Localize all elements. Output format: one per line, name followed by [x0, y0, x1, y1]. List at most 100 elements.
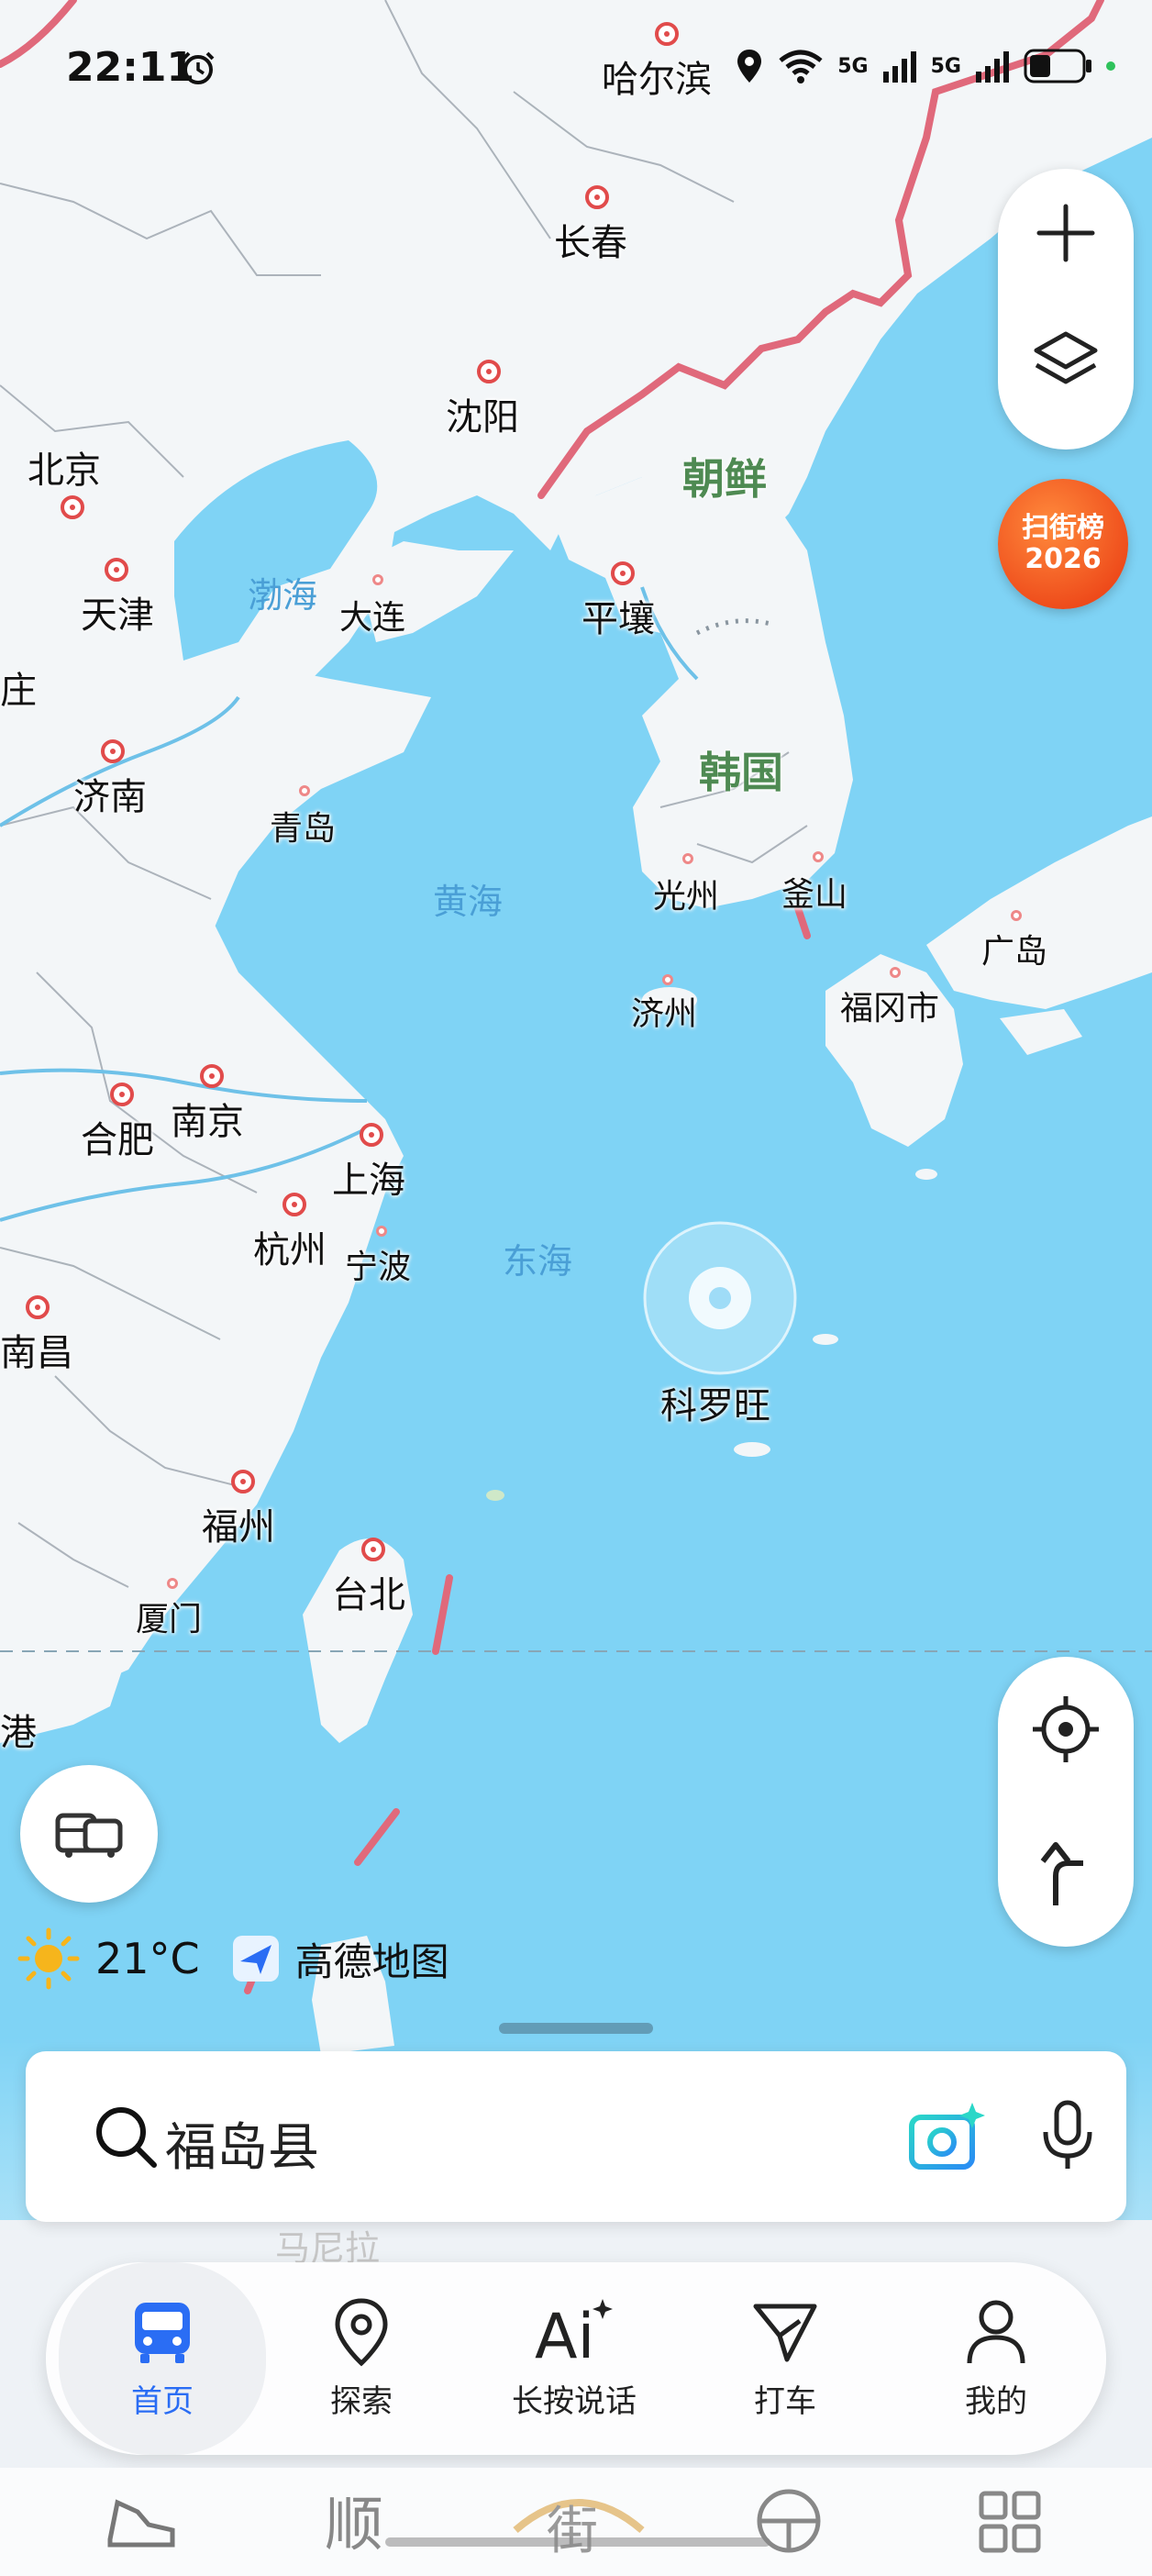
- city-marker[interactable]: [26, 1295, 50, 1319]
- city-label[interactable]: 济州: [631, 987, 697, 1035]
- search-icon: [96, 2107, 157, 2168]
- city-label[interactable]: 大连: [339, 591, 405, 638]
- turn-arrow-icon: [1040, 1842, 1083, 1905]
- city-label[interactable]: 台北: [332, 1565, 405, 1618]
- plus-icon: [1036, 204, 1095, 262]
- city-marker[interactable]: [61, 495, 84, 519]
- sea-label: 东海: [503, 1241, 573, 1282]
- locate-button[interactable]: [998, 1657, 1134, 1802]
- bus-icon: [135, 2302, 190, 2363]
- zoom-in-button[interactable]: [998, 169, 1134, 297]
- city-label[interactable]: 光州: [653, 870, 719, 917]
- city-marker[interactable]: [682, 853, 693, 864]
- city-marker[interactable]: [655, 22, 679, 46]
- gesture-bar[interactable]: [385, 2537, 770, 2547]
- city-marker[interactable]: [372, 574, 383, 585]
- map-controls-top: [998, 169, 1134, 450]
- city-marker[interactable]: [1011, 910, 1022, 921]
- nav-home-label: 首页: [131, 2382, 194, 2420]
- city-marker[interactable]: [105, 558, 128, 582]
- alarm-icon: [182, 51, 215, 84]
- city-marker[interactable]: [361, 1538, 385, 1561]
- taxi-arrow-icon: [753, 2304, 817, 2361]
- city-label[interactable]: 福冈市: [840, 982, 939, 1029]
- layers-button[interactable]: [998, 297, 1134, 426]
- street-icon[interactable]: 街: [510, 2484, 648, 2558]
- city-label[interactable]: 青岛: [270, 802, 336, 849]
- ai-icon: Ai: [535, 2298, 613, 2367]
- nav-taxi[interactable]: 打车: [693, 2262, 877, 2455]
- nav-explore[interactable]: 探索: [270, 2262, 453, 2455]
- city-label[interactable]: 济南: [73, 767, 147, 820]
- wifi-icon: [779, 50, 823, 83]
- vehicle-mode-button[interactable]: [20, 1765, 158, 1903]
- sea-label: 渤海: [248, 575, 318, 616]
- city-label-partial[interactable]: 港: [0, 1703, 37, 1756]
- city-marker[interactable]: [477, 360, 501, 383]
- bottom-shortcuts: 顺 街: [0, 2468, 1152, 2576]
- drag-handle[interactable]: [499, 2023, 653, 2034]
- nav-taxi-label: 打车: [754, 2382, 816, 2420]
- city-marker[interactable]: [299, 785, 310, 796]
- city-label[interactable]: 上海: [332, 1150, 405, 1204]
- signal-label-2: 5G: [930, 54, 961, 78]
- city-label[interactable]: 天津: [81, 585, 154, 638]
- city-marker[interactable]: [376, 1226, 387, 1237]
- city-marker[interactable]: [813, 851, 824, 862]
- city-label[interactable]: 长春: [554, 213, 627, 266]
- status-icons: 5G 5G: [735, 48, 1115, 84]
- nav-voice[interactable]: Ai 长按说话: [482, 2262, 666, 2455]
- city-label[interactable]: 沈阳: [446, 387, 519, 440]
- city-marker[interactable]: [200, 1064, 224, 1088]
- crosshair-icon: [1033, 1696, 1099, 1762]
- microphone-icon[interactable]: [1038, 2099, 1097, 2172]
- steering-wheel-icon[interactable]: [752, 2484, 825, 2558]
- nav-voice-label: 长按说话: [512, 2382, 637, 2420]
- city-label[interactable]: 哈尔滨: [602, 50, 712, 103]
- city-marker[interactable]: [282, 1193, 306, 1216]
- city-label[interactable]: 北京: [28, 440, 101, 494]
- city-label[interactable]: 宁波: [345, 1240, 411, 1288]
- layers-icon: [1034, 331, 1098, 384]
- city-marker[interactable]: [101, 739, 125, 763]
- search-text[interactable]: 福岛县: [165, 2106, 319, 2181]
- city-label[interactable]: 平壤: [582, 589, 655, 642]
- city-label[interactable]: 杭州: [253, 1220, 327, 1273]
- city-marker[interactable]: [611, 561, 635, 585]
- city-label[interactable]: 广岛: [981, 925, 1047, 972]
- city-label[interactable]: 釜山: [781, 868, 847, 916]
- location-pin-status-icon: [737, 50, 762, 83]
- nav-profile[interactable]: 我的: [904, 2262, 1088, 2455]
- city-label[interactable]: 合肥: [81, 1110, 154, 1163]
- ranking-badge[interactable]: 扫街榜 2026: [998, 479, 1128, 609]
- city-marker[interactable]: [585, 185, 609, 209]
- carpool-icon[interactable]: 顺: [321, 2484, 394, 2558]
- city-label[interactable]: 南昌: [0, 1323, 73, 1376]
- signal-bars-icon: [882, 51, 916, 83]
- city-label[interactable]: 厦门: [136, 1593, 202, 1640]
- city-marker[interactable]: [167, 1578, 178, 1589]
- ranking-line1: 扫街榜: [1022, 511, 1104, 544]
- typhoon-label[interactable]: 科罗旺: [660, 1376, 770, 1429]
- nav-profile-label: 我的: [965, 2382, 1027, 2420]
- city-label[interactable]: 南京: [171, 1092, 244, 1145]
- weather-widget[interactable]: 21°C 高德地图: [17, 1926, 449, 1991]
- status-dot: [1106, 61, 1115, 71]
- search-bar[interactable]: 福岛县: [26, 2051, 1126, 2222]
- city-marker[interactable]: [360, 1123, 383, 1147]
- city-marker[interactable]: [110, 1083, 134, 1106]
- camera-ai-icon[interactable]: [908, 2101, 985, 2174]
- ranking-line2: 2026: [1025, 543, 1102, 575]
- city-marker[interactable]: [890, 967, 901, 978]
- brand-name: 高德地图: [294, 1938, 449, 1984]
- city-label[interactable]: 福州: [202, 1497, 275, 1550]
- city-marker[interactable]: [662, 974, 673, 985]
- shoe-icon[interactable]: [101, 2484, 180, 2558]
- navigate-button[interactable]: [998, 1802, 1134, 1947]
- grid-icon[interactable]: [978, 2484, 1042, 2558]
- location-pin-icon: [335, 2297, 388, 2366]
- nav-home[interactable]: 首页: [59, 2262, 266, 2455]
- nav-explore-label: 探索: [330, 2382, 393, 2420]
- city-label-partial[interactable]: 庄: [0, 661, 37, 714]
- city-marker[interactable]: [231, 1470, 255, 1493]
